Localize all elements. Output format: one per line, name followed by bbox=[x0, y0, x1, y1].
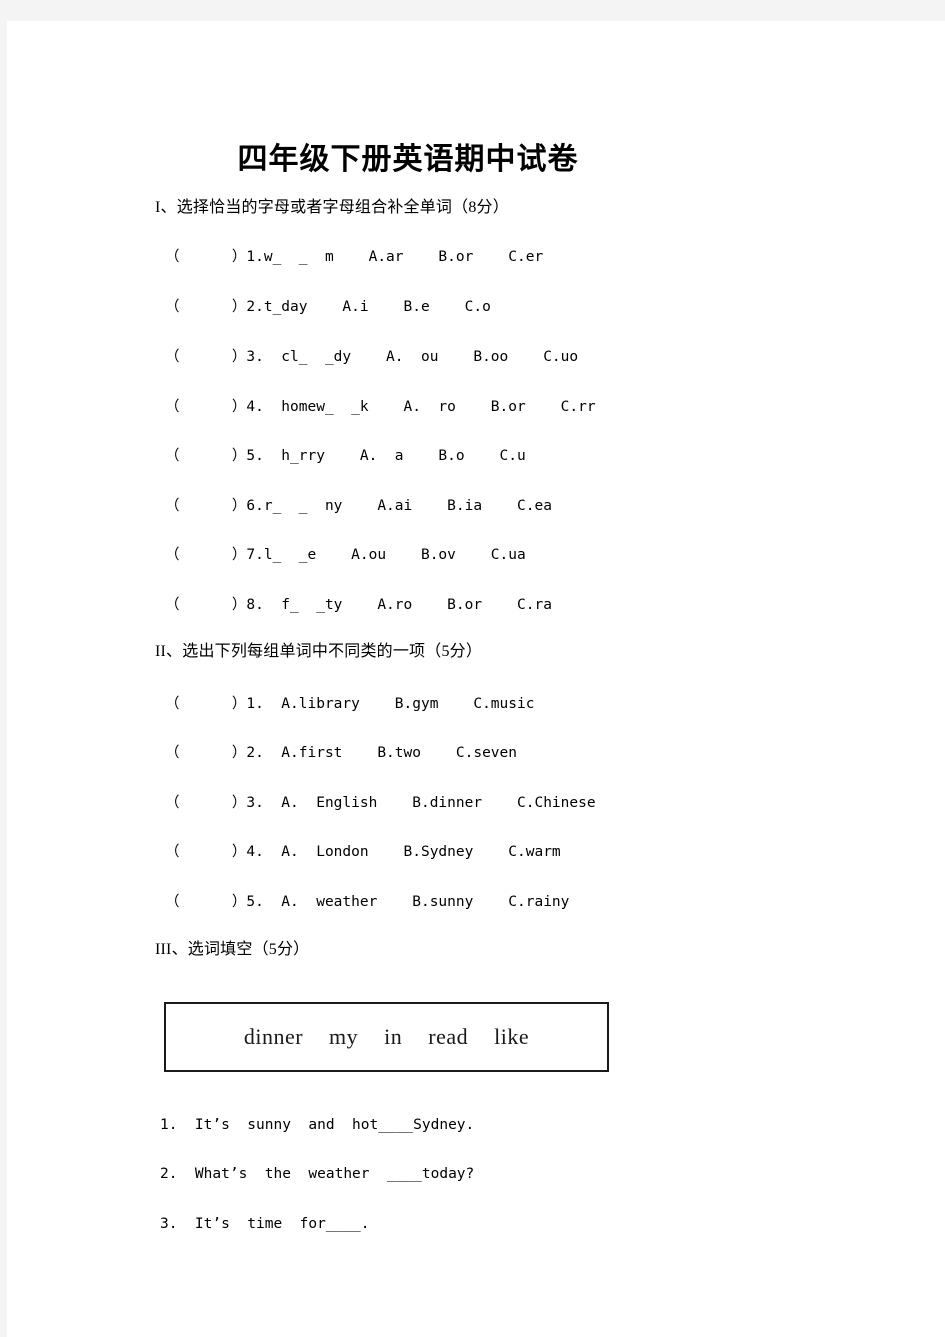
page-title: 四年级下册英语期中试卷 bbox=[237, 143, 579, 176]
word-bank-item: like bbox=[494, 1024, 530, 1049]
section-heading-1: I、选择恰当的字母或者字母组合补全单词（8分） bbox=[155, 199, 509, 216]
word-bank-item: in bbox=[384, 1024, 403, 1049]
word-bank-item: my bbox=[329, 1024, 359, 1049]
question-row: （ ）2.t_day A.i B.e C.o bbox=[165, 299, 491, 315]
word-bank-box: dinner my in read like bbox=[164, 1002, 609, 1072]
question-row: （ ）3. cl_ _dy A. ou B.oo C.uo bbox=[165, 349, 579, 365]
fill-in-sentence: 3. It’s time for____. bbox=[160, 1216, 370, 1232]
paper-sheet: 四年级下册英语期中试卷 I、选择恰当的字母或者字母组合补全单词（8分） （ ）1… bbox=[7, 21, 945, 1337]
question-row: （ ）6.r_ _ ny A.ai B.ia C.ea bbox=[165, 498, 552, 514]
question-row: （ ）5. A. weather B.sunny C.rainy bbox=[165, 894, 570, 910]
question-row: （ ）1.w_ _ m A.ar B.or C.er bbox=[165, 249, 544, 265]
question-row: （ ）4. A. London B.Sydney C.warm bbox=[165, 844, 561, 860]
fill-in-sentence: 1. It’s sunny and hot____Sydney. bbox=[160, 1117, 475, 1133]
word-bank-item: read bbox=[428, 1024, 469, 1049]
question-row: （ ）3. A. English B.dinner C.Chinese bbox=[165, 795, 596, 811]
section-heading-3: III、选词填空（5分） bbox=[155, 941, 310, 958]
question-row: （ ）7.l_ _e A.ou B.ov C.ua bbox=[165, 547, 526, 563]
question-row: （ ）1. A.library B.gym C.music bbox=[165, 696, 535, 712]
question-row: （ ）2. A.first B.two C.seven bbox=[165, 745, 518, 761]
question-row: （ ）4. homew_ _k A. ro B.or C.rr bbox=[165, 399, 596, 415]
section-heading-2: II、选出下列每组单词中不同类的一项（5分） bbox=[155, 643, 483, 660]
question-row: （ ）8. f_ _ty A.ro B.or C.ra bbox=[165, 597, 552, 613]
word-bank-list: dinner my in read like bbox=[166, 1004, 607, 1070]
question-row: （ ）5. h_rry A. a B.o C.u bbox=[165, 448, 526, 464]
fill-in-sentence: 2. What’s the weather ____today? bbox=[160, 1166, 475, 1182]
word-bank-item: dinner bbox=[243, 1024, 304, 1049]
